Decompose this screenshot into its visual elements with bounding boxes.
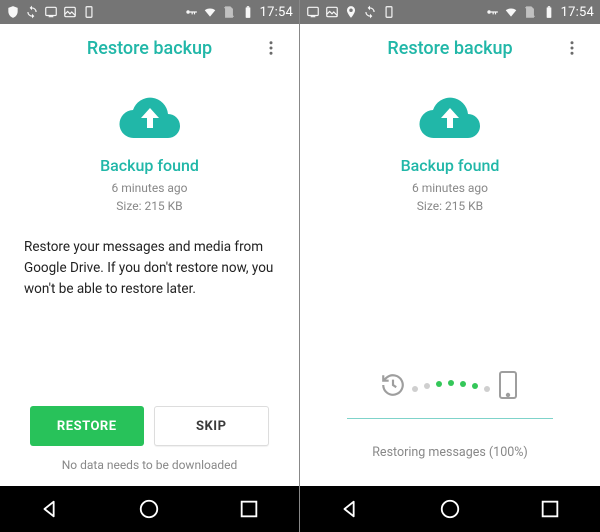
- status-time: 17:54: [561, 5, 594, 20]
- shield-icon: [6, 5, 20, 19]
- content: Backup found 6 minutes ago Size: 215 KB …: [300, 72, 600, 486]
- more-button[interactable]: [251, 24, 291, 72]
- progress-text: Restoring messages (100%): [372, 445, 528, 486]
- phone-left: 17:54 Restore backup Backup found 6 minu…: [0, 0, 300, 532]
- battery-icon: [542, 5, 556, 19]
- image-icon: [63, 5, 77, 19]
- status-right: 17:54: [485, 5, 594, 20]
- backup-size: Size: 215 KB: [112, 197, 188, 215]
- history-icon: [380, 372, 406, 398]
- nav-bar: [0, 486, 299, 532]
- message-icon: [306, 5, 320, 19]
- wifi-icon: [203, 5, 217, 19]
- image-icon: [325, 5, 339, 19]
- backup-found-title: Backup found: [401, 156, 500, 175]
- page-title: Restore backup: [87, 38, 212, 59]
- no-sim-icon: [222, 5, 236, 19]
- backup-time: 6 minutes ago: [412, 179, 488, 197]
- status-left: [306, 5, 485, 19]
- content: Backup found 6 minutes ago Size: 215 KB …: [0, 72, 299, 486]
- nav-home-button[interactable]: [125, 486, 173, 532]
- skip-button[interactable]: SKIP: [154, 406, 270, 446]
- phone-right: 17:54 Restore backup Backup found 6 minu…: [300, 0, 600, 532]
- backup-meta: 6 minutes ago Size: 215 KB: [112, 179, 188, 215]
- transfer-illustration: [318, 370, 582, 400]
- stage: 17:54 Restore backup Backup found 6 minu…: [0, 0, 600, 532]
- sync-icon: [25, 5, 39, 19]
- app-bar: Restore backup: [0, 24, 299, 72]
- backup-found-title: Backup found: [100, 156, 199, 175]
- restore-prompt: Restore your messages and media from Goo…: [18, 237, 281, 300]
- backup-size: Size: 215 KB: [412, 197, 488, 215]
- footnote: No data needs to be downloaded: [62, 458, 238, 486]
- status-time: 17:54: [260, 5, 293, 20]
- status-bar: 17:54: [0, 0, 299, 24]
- device-icon: [382, 5, 396, 19]
- key-icon: [184, 5, 198, 19]
- nav-recent-button[interactable]: [225, 486, 273, 532]
- nav-bar: [300, 486, 600, 532]
- nav-back-button[interactable]: [326, 486, 374, 532]
- cloud-upload-icon: [118, 94, 182, 142]
- location-icon: [344, 5, 358, 19]
- app-bar: Restore backup: [300, 24, 600, 72]
- no-sim-icon: [523, 5, 537, 19]
- more-button[interactable]: [552, 24, 592, 72]
- key-icon: [485, 5, 499, 19]
- sync-icon: [363, 5, 377, 19]
- device-icon: [82, 5, 96, 19]
- progress-line: [347, 418, 553, 420]
- nav-home-button[interactable]: [426, 486, 474, 532]
- transfer-dots: [412, 382, 490, 388]
- button-row: RESTORE SKIP: [18, 406, 281, 458]
- page-title: Restore backup: [387, 38, 512, 59]
- backup-time: 6 minutes ago: [112, 179, 188, 197]
- nav-recent-button[interactable]: [526, 486, 574, 532]
- status-left: [6, 5, 184, 19]
- cloud-upload-icon: [418, 94, 482, 142]
- nav-back-button[interactable]: [26, 486, 74, 532]
- battery-icon: [241, 5, 255, 19]
- backup-meta: 6 minutes ago Size: 215 KB: [412, 179, 488, 215]
- phone-icon: [496, 370, 520, 400]
- status-bar: 17:54: [300, 0, 600, 24]
- restore-button[interactable]: RESTORE: [30, 406, 144, 446]
- wifi-icon: [504, 5, 518, 19]
- status-right: 17:54: [184, 5, 293, 20]
- message-icon: [44, 5, 58, 19]
